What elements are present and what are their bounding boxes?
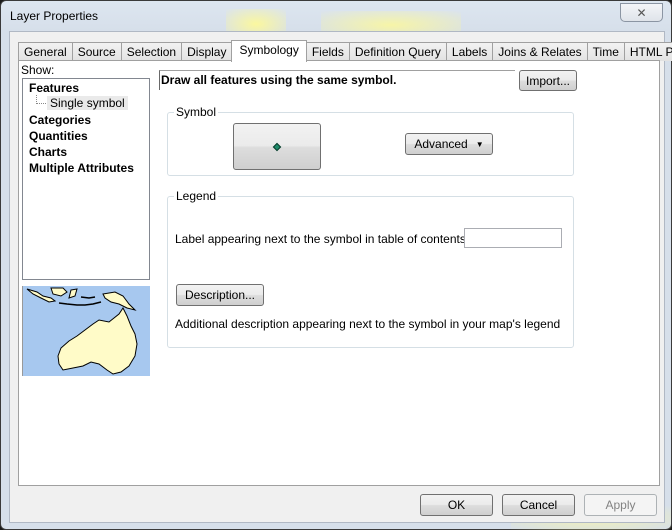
description-button[interactable]: Description... — [176, 284, 264, 306]
advanced-dropdown-button[interactable]: Advanced ▼ — [405, 133, 493, 155]
tree-item-quantities[interactable]: Quantities — [29, 129, 88, 143]
renderer-tree: Features Single symbol Categories Quanti… — [22, 78, 150, 280]
import-button[interactable]: Import... — [519, 70, 577, 91]
tab-labels[interactable]: Labels — [445, 42, 494, 61]
ok-button[interactable]: OK — [420, 494, 493, 516]
tab-source[interactable]: Source — [71, 42, 122, 61]
dropdown-arrow-icon: ▼ — [475, 139, 484, 149]
tree-item-features[interactable]: Features — [29, 81, 79, 95]
tree-item-charts[interactable]: Charts — [29, 145, 67, 159]
apply-button[interactable]: Apply — [584, 494, 657, 516]
layer-properties-dialog: Layer Properties ✕ General Source Select… — [0, 0, 672, 530]
tree-item-multiple-attributes[interactable]: Multiple Attributes — [29, 161, 134, 175]
symbol-group-label: Symbol — [174, 105, 219, 119]
tab-time[interactable]: Time — [586, 42, 625, 61]
show-label: Show: — [21, 63, 55, 77]
tab-strip: General Source Selection Display Symbolo… — [18, 40, 672, 62]
tab-joins-relates[interactable]: Joins & Relates — [492, 42, 588, 61]
tab-html-popup[interactable]: HTML Popup — [623, 42, 672, 61]
advanced-label: Advanced — [414, 137, 468, 151]
tab-general[interactable]: General — [18, 42, 73, 61]
description-hint: Additional description appearing next to… — [175, 317, 561, 331]
close-x-icon: ✕ — [636, 5, 647, 20]
symbol-preview-button[interactable] — [233, 123, 321, 170]
window-title: Layer Properties — [10, 9, 99, 23]
tab-selection[interactable]: Selection — [120, 42, 183, 61]
cancel-button[interactable]: Cancel — [502, 494, 575, 516]
tree-item-single-symbol[interactable]: Single symbol — [47, 96, 128, 110]
legend-label-input[interactable] — [464, 228, 562, 248]
australia-map-thumbnail — [22, 286, 150, 376]
legend-group: Legend Label appearing next to the symbo… — [167, 189, 574, 348]
tree-connector — [36, 95, 46, 104]
tab-definition-query[interactable]: Definition Query — [348, 42, 447, 61]
map-preview-icon — [26, 287, 138, 375]
tree-item-categories[interactable]: Categories — [29, 113, 91, 127]
close-button[interactable]: ✕ — [620, 3, 663, 22]
tab-display[interactable]: Display — [181, 42, 233, 61]
dialog-client-area: General Source Selection Display Symbolo… — [9, 31, 672, 523]
symbology-panel: Show: Features Single symbol Categories … — [18, 60, 660, 486]
tab-fields[interactable]: Fields — [305, 42, 350, 61]
renderer-description: Draw all features using the same symbol. — [159, 70, 515, 90]
symbol-group: Symbol Advanced ▼ — [167, 105, 574, 176]
legend-label-prompt: Label appearing next to the symbol in ta… — [175, 232, 470, 246]
point-symbol-icon — [272, 142, 282, 151]
legend-group-label: Legend — [174, 189, 219, 203]
tab-symbology[interactable]: Symbology — [231, 40, 307, 62]
